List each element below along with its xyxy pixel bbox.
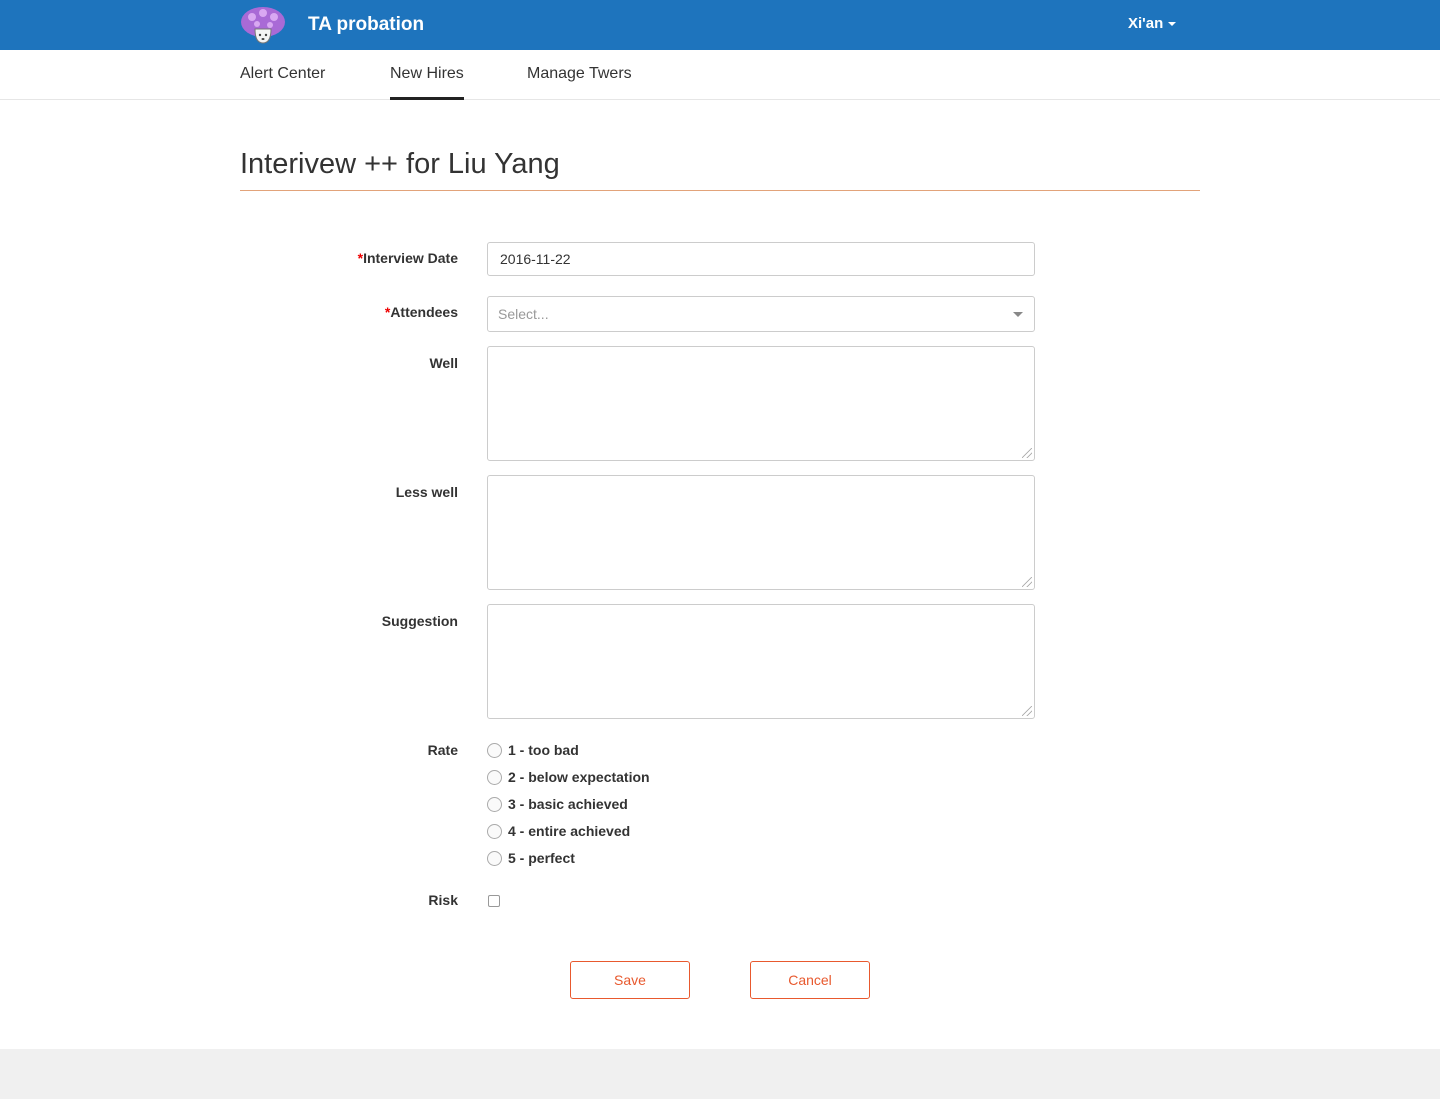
interview-date-label: *Interview Date	[357, 250, 458, 266]
radio-button[interactable]	[487, 823, 502, 839]
risk-label: Risk	[428, 892, 458, 908]
suggestion-textarea[interactable]	[487, 604, 1035, 719]
less-well-textarea[interactable]	[487, 475, 1035, 590]
resize-grip-icon[interactable]	[1022, 577, 1032, 587]
nav-tabs: Alert Center New Hires Manage Twers	[0, 50, 1440, 100]
title-divider	[240, 190, 1200, 191]
rate-option-5[interactable]: 5 - perfect	[487, 848, 575, 868]
radio-button[interactable]	[487, 850, 502, 866]
attendees-placeholder: Select...	[498, 306, 549, 322]
risk-checkbox[interactable]	[488, 895, 500, 907]
radio-button[interactable]	[487, 769, 502, 785]
less-well-label: Less well	[395, 484, 458, 500]
rate-option-label[interactable]: 1 - too bad	[508, 742, 579, 758]
well-label: Well	[429, 355, 458, 371]
rate-option-3[interactable]: 3 - basic achieved	[487, 794, 628, 814]
footer	[0, 1049, 1440, 1099]
caret-down-icon	[1168, 21, 1177, 26]
suggestion-label: Suggestion	[381, 613, 458, 629]
rate-option-label[interactable]: 4 - entire achieved	[508, 823, 630, 839]
rate-option-4[interactable]: 4 - entire achieved	[487, 821, 630, 841]
rate-option-1[interactable]: 1 - too bad	[487, 740, 579, 760]
attendees-label: *Attendees	[384, 304, 458, 320]
page-title: Interivew ++ for Liu Yang	[240, 148, 560, 180]
rate-option-label[interactable]: 2 - below expectation	[508, 769, 650, 785]
radio-button[interactable]	[487, 742, 502, 758]
rate-option-label[interactable]: 5 - perfect	[508, 850, 575, 866]
rate-option-2[interactable]: 2 - below expectation	[487, 767, 650, 787]
top-bar: TA probation Xi'an	[0, 0, 1440, 50]
attendees-select[interactable]: Select...	[487, 296, 1035, 332]
rate-option-label[interactable]: 3 - basic achieved	[508, 796, 628, 812]
resize-grip-icon[interactable]	[1022, 448, 1032, 458]
dropdown-arrow-icon[interactable]	[1013, 312, 1023, 317]
tab-new-hires[interactable]: New Hires	[390, 50, 464, 100]
resize-grip-icon[interactable]	[1022, 706, 1032, 716]
rate-label: Rate	[427, 742, 458, 758]
tab-manage-twers[interactable]: Manage Twers	[527, 50, 632, 100]
user-menu[interactable]: Xi'an	[1128, 15, 1177, 32]
radio-button[interactable]	[487, 796, 502, 812]
save-button[interactable]: Save	[570, 961, 690, 999]
app-title[interactable]: TA probation	[308, 14, 424, 36]
brand[interactable]: TA probation	[240, 5, 424, 45]
interview-date-input[interactable]	[487, 242, 1035, 276]
cancel-button[interactable]: Cancel	[750, 961, 870, 999]
user-name[interactable]: Xi'an	[1128, 15, 1163, 32]
well-textarea[interactable]	[487, 346, 1035, 461]
mushroom-logo-icon	[241, 7, 285, 44]
tab-alert-center[interactable]: Alert Center	[240, 50, 325, 100]
